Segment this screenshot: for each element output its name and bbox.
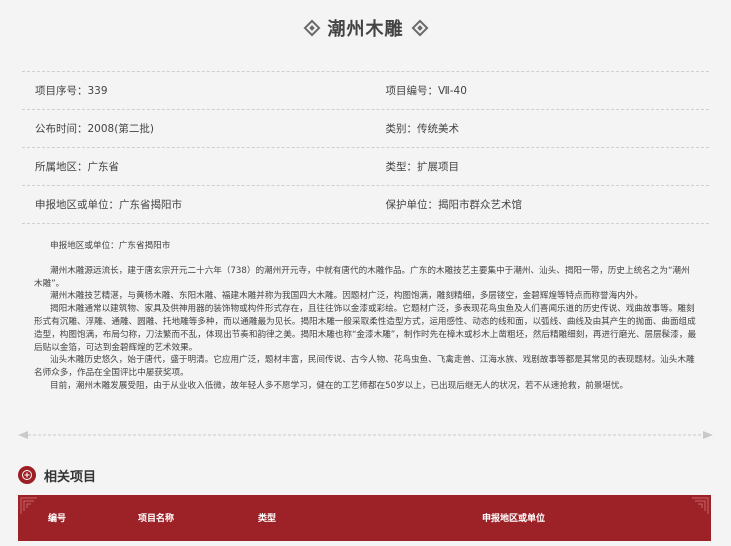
column-header-type[interactable]: 类型 [258,511,276,524]
project-description: 申报地区或单位：广东省揭阳市 潮州木雕源远流长，建于唐玄宗开元二十六年（738）… [34,240,698,393]
applicant-unit: 申报地区或单位：广东省揭阳市 [35,199,182,211]
project-info-grid: 项目序号：339 项目编号：Ⅶ-40 公布时间：2008(第二批) 类别：传统美… [22,71,709,224]
description-paragraph: 汕头木雕历史悠久，始于唐代，盛于明清。它应用广泛，题材丰富，民间传说、古今人物、… [34,355,695,379]
description-paragraph: 揭阳木雕通常以建筑物、家具及供神用器的装饰物或构件形式存在，且往往饰以金漆或彩绘… [34,304,697,353]
publish-time: 公布时间：2008(第二批) [35,123,154,135]
category: 类别：传统美术 [385,123,460,135]
page-title-bar: 潮州木雕 [0,10,731,46]
info-row: 项目序号：339 项目编号：Ⅶ-40 [22,72,709,110]
column-header-name[interactable]: 项目名称 [138,511,174,524]
section-divider [18,431,713,439]
related-projects-table-header: 编号 项目名称 类型 申报地区或单位 [18,495,711,541]
related-projects-title: 相关项目 [44,469,97,485]
seal-icon [18,466,36,484]
description-header: 申报地区或单位：广东省揭阳市 [50,241,171,251]
info-row: 公布时间：2008(第二批) 类别：传统美术 [22,110,709,148]
region: 所属地区：广东省 [35,161,119,173]
column-header-unit[interactable]: 申报地区或单位 [482,511,545,524]
corner-pattern-icon [692,497,709,514]
page-title: 潮州木雕 [327,19,404,40]
description-paragraph: 目前，潮州木雕发展受阻，由于从业收入低微，故年轻人多不愿学习，健在的工艺师都在5… [50,380,629,391]
info-row: 申报地区或单位：广东省揭阳市 保护单位：揭阳市群众艺术馆 [22,186,709,224]
diamond-ornament-icon [303,19,320,37]
column-header-number[interactable]: 编号 [48,511,66,524]
protection-unit: 保护单位：揭阳市群众艺术馆 [385,199,523,211]
corner-pattern-icon [20,497,37,514]
diamond-ornament-icon [411,19,428,37]
project-type: 类型：扩展项目 [385,161,460,173]
related-projects-header: 相关项目 [18,464,96,486]
description-paragraph: 潮州木雕源远流长，建于唐玄宗开元二十六年（738）的潮州开元寺，中就有唐代的木雕… [34,265,690,289]
description-paragraph: 潮州木雕技艺精湛，与黄杨木雕、东阳木雕、福建木雕并称为我国四大木雕。因题材广泛，… [50,291,643,302]
project-number: 项目序号：339 [35,85,108,97]
project-code: 项目编号：Ⅶ-40 [385,85,467,97]
info-row: 所属地区：广东省 类型：扩展项目 [22,148,709,186]
